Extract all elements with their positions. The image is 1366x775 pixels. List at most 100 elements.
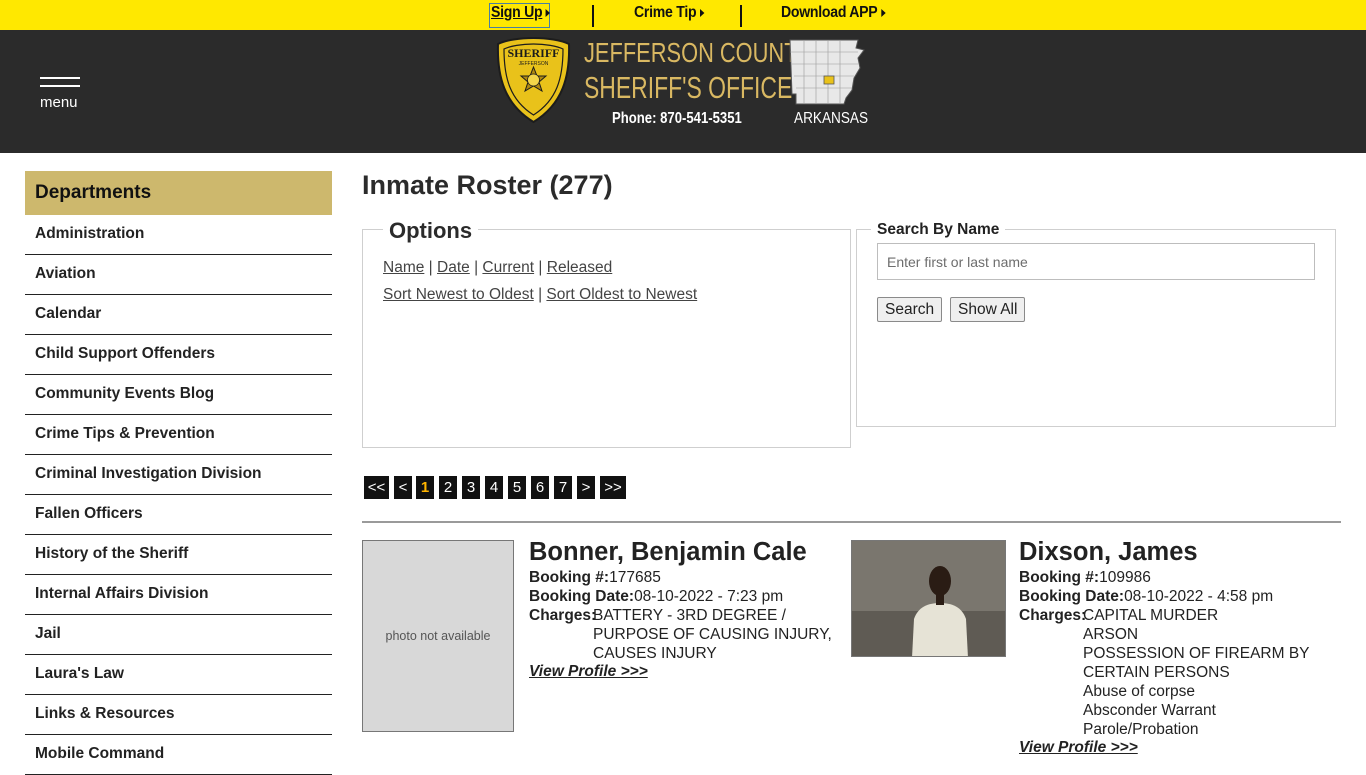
charge-item: ARSON — [1083, 626, 1139, 643]
booking-date-value: 08-10-2022 - 7:23 pm — [634, 588, 784, 605]
booking-date: Booking Date:08-10-2022 - 4:58 pm — [1019, 587, 1273, 606]
filter-date-link[interactable]: Date — [437, 259, 470, 276]
page-7-button[interactable]: 7 — [554, 476, 572, 499]
charges-label-text: Charges: — [1019, 607, 1087, 624]
filter-name-link[interactable]: Name — [383, 259, 424, 276]
hamburger-icon — [40, 77, 80, 79]
sort-oldest-link[interactable]: Sort Oldest to Newest — [546, 286, 697, 303]
sidebar-item-criminal-investigation[interactable]: Criminal Investigation Division — [25, 455, 332, 495]
caret-right-icon — [545, 8, 551, 17]
sort-newest-link[interactable]: Sort Newest to Oldest — [383, 286, 534, 303]
divider — [740, 5, 742, 27]
crime-tip-link[interactable]: Crime Tip — [634, 4, 705, 22]
page-3-button[interactable]: 3 — [462, 476, 480, 499]
page-next-button[interactable]: > — [577, 476, 595, 499]
filter-released-link[interactable]: Released — [547, 259, 613, 276]
booking-date-value: 08-10-2022 - 4:58 pm — [1124, 588, 1274, 605]
mugshot-image — [852, 541, 1005, 656]
show-all-button[interactable]: Show All — [950, 297, 1026, 322]
options-legend: Options — [383, 218, 479, 244]
sidebar-item-mobile-command[interactable]: Mobile Command — [25, 735, 332, 775]
crime-tip-label: Crime Tip — [634, 4, 697, 21]
sidebar-item-links-resources[interactable]: Links & Resources — [25, 695, 332, 735]
search-panel: Search By Name Search Show All — [856, 221, 1336, 427]
charge-item: PURPOSE OF CAUSING INJURY, — [593, 626, 832, 643]
booking-number: Booking #:177685 — [529, 568, 661, 587]
page-6-button[interactable]: 6 — [531, 476, 549, 499]
title-line-2: SHERIFF'S OFFICE — [584, 70, 793, 105]
phone-number: Phone: 870-541-5351 — [612, 110, 742, 127]
charge-item: CERTAIN PERSONS — [1083, 664, 1230, 681]
divider — [362, 521, 1341, 523]
sheriff-badge-logo[interactable]: SHERIFF JEFFERSON — [495, 36, 572, 124]
divider — [592, 5, 594, 27]
charges-label: Charges: — [1019, 606, 1086, 625]
charge-item: CAPITAL MURDER — [1083, 607, 1219, 624]
page-5-button[interactable]: 5 — [508, 476, 526, 499]
charges-list: BATTERY - 3RD DEGREE / PURPOSE OF CAUSIN… — [593, 606, 833, 663]
title-line-1: JEFFERSON COUNTY — [584, 37, 813, 68]
sidebar-item-child-support-offenders[interactable]: Child Support Offenders — [25, 335, 332, 375]
inmate-photo-placeholder[interactable]: photo not available — [362, 540, 514, 732]
booking-date-label: Booking Date: — [529, 588, 635, 605]
arkansas-map-icon — [789, 39, 865, 105]
sidebar-item-history[interactable]: History of the Sheriff — [25, 535, 332, 575]
caret-right-icon — [699, 8, 705, 17]
caret-right-icon — [880, 8, 886, 17]
inmate-name[interactable]: Bonner, Benjamin Cale — [529, 538, 807, 567]
booking-date-label: Booking Date: — [1019, 588, 1125, 605]
charge-item: CAUSES INJURY — [593, 645, 717, 662]
charge-item: BATTERY - 3RD DEGREE / — [593, 607, 786, 624]
filter-current-link[interactable]: Current — [482, 259, 534, 276]
sidebar-item-jail[interactable]: Jail — [25, 615, 332, 655]
booking-date: Booking Date:08-10-2022 - 7:23 pm — [529, 587, 783, 606]
charge-item: POSSESSION OF FIREARM BY — [1083, 645, 1310, 662]
charge-item: Abuse of corpse — [1083, 683, 1196, 700]
charge-item: Absconder Warrant — [1083, 702, 1216, 719]
page-4-button[interactable]: 4 — [485, 476, 503, 499]
sort-links: Sort Newest to Oldest | Sort Oldest to N… — [383, 286, 697, 304]
departments-heading: Departments — [25, 171, 332, 215]
badge-text: SHERIFF — [507, 46, 559, 60]
search-input[interactable] — [877, 243, 1315, 280]
separator: | — [474, 259, 479, 276]
page-first-button[interactable]: << — [364, 476, 389, 499]
sidebar-item-administration[interactable]: Administration — [25, 215, 332, 255]
signup-label: Sign Up — [491, 4, 543, 21]
sidebar-item-internal-affairs[interactable]: Internal Affairs Division — [25, 575, 332, 615]
charges-label: Charges: — [529, 606, 596, 625]
view-profile-link[interactable]: View Profile >>> — [529, 663, 648, 681]
charge-item: Parole/Probation — [1083, 721, 1199, 738]
hamburger-bar — [40, 85, 80, 87]
inmate-name[interactable]: Dixson, James — [1019, 538, 1198, 567]
separator: | — [538, 259, 543, 276]
filter-links: Name | Date | Current | Released — [383, 259, 612, 277]
page-last-button[interactable]: >> — [600, 476, 626, 499]
state-label: ARKANSAS — [794, 110, 869, 127]
top-bar: Sign Up Crime Tip Download APP — [0, 0, 1366, 30]
sidebar-item-fallen-officers[interactable]: Fallen Officers — [25, 495, 332, 535]
inmate-photo[interactable] — [851, 540, 1006, 657]
page-title: Inmate Roster (277) — [362, 170, 613, 200]
separator: | — [428, 259, 433, 276]
menu-button[interactable]: menu — [40, 77, 80, 111]
departments-sidebar: Departments Administration Aviation Cale… — [25, 171, 332, 775]
signup-link[interactable]: Sign Up — [491, 4, 551, 22]
page-prev-button[interactable]: < — [394, 476, 412, 499]
view-profile-link[interactable]: View Profile >>> — [1019, 739, 1138, 757]
sidebar-item-crime-tips[interactable]: Crime Tips & Prevention — [25, 415, 332, 455]
booking-label: Booking #: — [529, 569, 610, 586]
charges-label-text: Charges: — [529, 607, 597, 624]
sidebar-item-calendar[interactable]: Calendar — [25, 295, 332, 335]
sidebar-item-community-events-blog[interactable]: Community Events Blog — [25, 375, 332, 415]
badge-subtext: JEFFERSON — [519, 61, 549, 67]
page-1-button[interactable]: 1 — [416, 476, 434, 499]
search-button[interactable]: Search — [877, 297, 943, 322]
search-legend: Search By Name — [871, 221, 1006, 239]
booking-value: 177685 — [609, 569, 661, 586]
download-app-link[interactable]: Download APP — [781, 4, 886, 22]
page-2-button[interactable]: 2 — [439, 476, 457, 499]
sidebar-item-lauras-law[interactable]: Laura's Law — [25, 655, 332, 695]
sidebar-item-aviation[interactable]: Aviation — [25, 255, 332, 295]
booking-number: Booking #:109986 — [1019, 568, 1151, 587]
